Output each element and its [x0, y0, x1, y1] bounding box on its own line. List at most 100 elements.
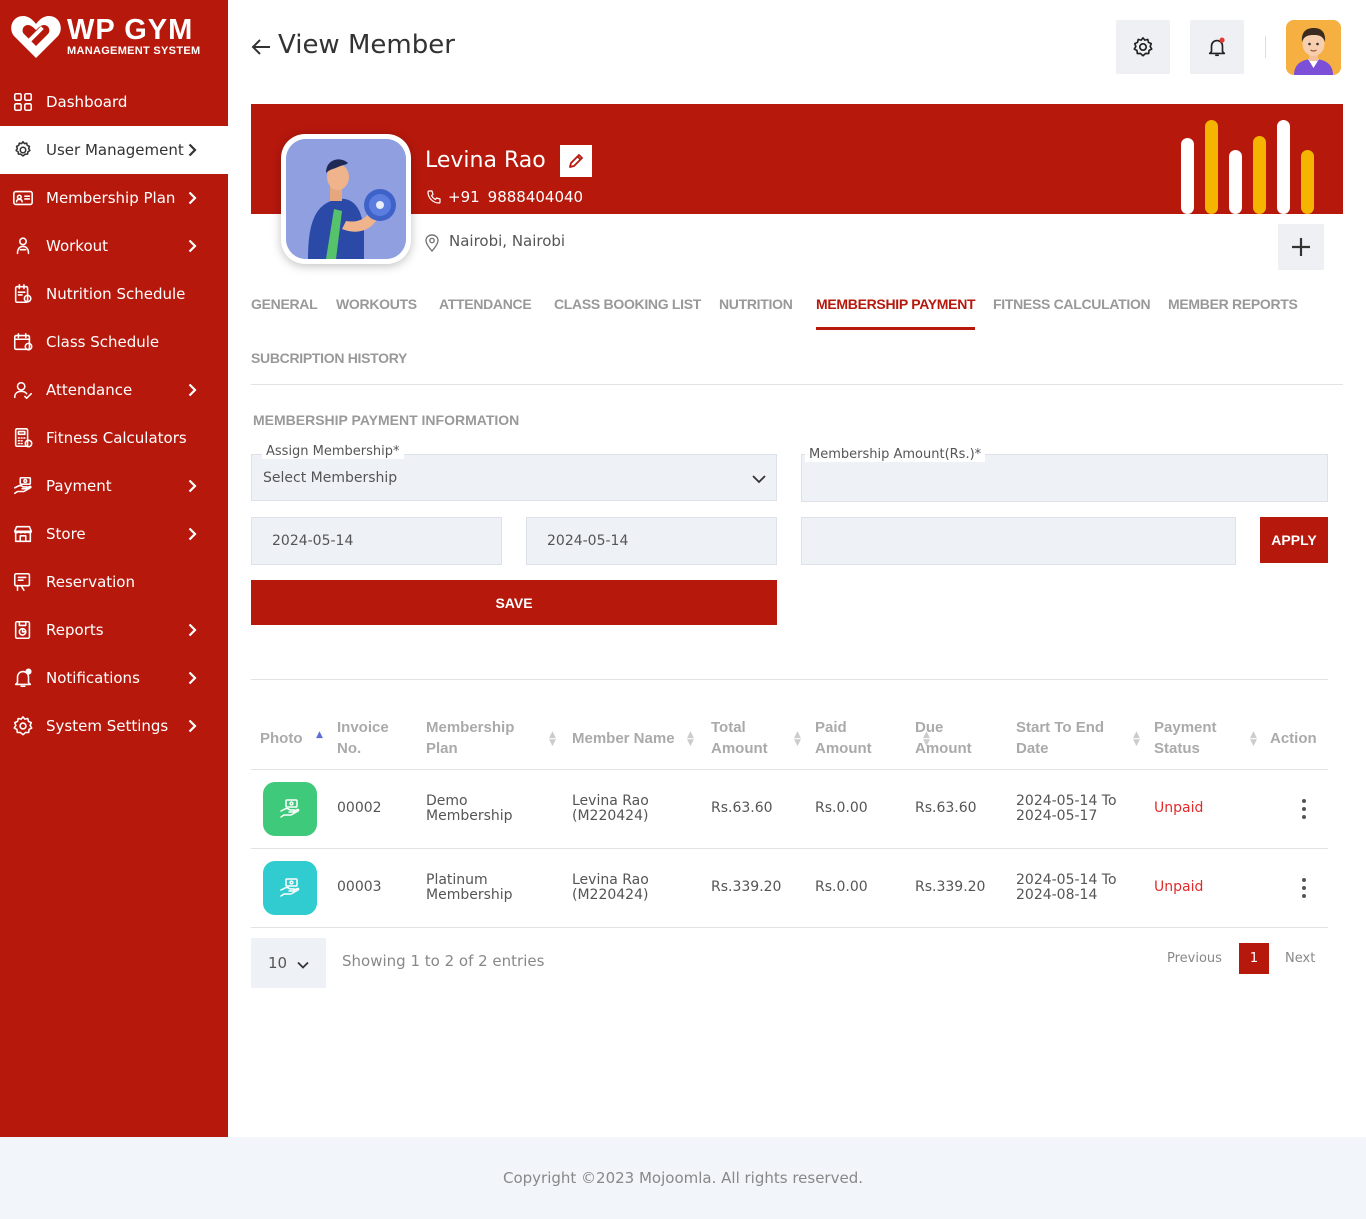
member-name-cell-line1: Levina Rao: [572, 793, 649, 809]
coupon-input[interactable]: [801, 517, 1236, 565]
header-divider-line: [251, 769, 1328, 770]
column-header[interactable]: Paid Amount: [815, 717, 872, 759]
membership-plan: Demo Membership: [426, 794, 513, 824]
column-header[interactable]: Payment Status: [1154, 717, 1217, 759]
member-name-cell-line1: Levina Rao: [572, 872, 649, 888]
payment-hand-icon: [263, 861, 317, 915]
member-photo: [281, 134, 411, 264]
sidebar-item-user-management[interactable]: User Management: [0, 126, 228, 174]
user-avatar[interactable]: [1286, 20, 1341, 75]
sidebar-item-fitness-calculators[interactable]: Fitness Calculators: [0, 414, 228, 462]
edit-member-button[interactable]: [560, 145, 592, 177]
due-amount: Rs.63.60: [915, 800, 977, 816]
paid-amount: Rs.0.00: [815, 879, 868, 895]
column-header-line1: Membership: [426, 719, 515, 736]
arrow-left-icon[interactable]: [250, 36, 272, 58]
bell-icon: [12, 667, 34, 689]
column-header-line2: Amount: [711, 740, 768, 757]
column-header-line1: Photo: [260, 730, 303, 747]
previous-button[interactable]: Previous: [1167, 951, 1222, 966]
sidebar-item-reports[interactable]: Reports: [0, 606, 228, 654]
sort-icon[interactable]: ▲ ▼: [1250, 731, 1257, 748]
column-header-line1: Start To End: [1016, 719, 1105, 736]
row-actions-menu-icon[interactable]: [1302, 799, 1306, 823]
sidebar-item-dashboard[interactable]: Dashboard: [0, 78, 228, 126]
phone-icon: [427, 190, 441, 204]
membership-plan-line1: Demo: [426, 793, 468, 809]
tab-workouts[interactable]: WORKOUTS: [336, 296, 417, 312]
gear-icon: [1133, 37, 1153, 57]
payment-hand-icon: [263, 782, 317, 836]
bell-icon: [1208, 37, 1226, 57]
due-amount: Rs.339.20: [915, 879, 986, 895]
sort-icon[interactable]: ▲ ▼: [549, 731, 556, 748]
page-length-select[interactable]: 10: [251, 938, 326, 988]
member-name-cell-line2: (M220424): [572, 808, 649, 824]
membership-card-icon: [12, 187, 34, 209]
sidebar-item-store[interactable]: Store: [0, 510, 228, 558]
sidebar-item-reservation[interactable]: Reservation: [0, 558, 228, 606]
sidebar-item-label: Notifications: [46, 669, 140, 687]
notifications-button[interactable]: [1190, 20, 1244, 74]
column-header[interactable]: Membership Plan: [426, 717, 514, 759]
sidebar-nav: Dashboard User Management Membership Plan W…: [0, 78, 228, 750]
next-button[interactable]: Next: [1285, 951, 1315, 966]
chevron-right-icon: [188, 143, 197, 157]
tab-class-booking-list[interactable]: CLASS BOOKING LIST: [554, 296, 701, 312]
add-button[interactable]: [1278, 224, 1324, 270]
tab-subcription-history[interactable]: SUBCRIPTION HISTORY: [251, 350, 407, 366]
tab-fitness-calculation[interactable]: FITNESS CALCULATION: [993, 296, 1151, 312]
save-button[interactable]: SAVE: [251, 580, 777, 625]
column-header[interactable]: Start To End Date: [1016, 717, 1104, 759]
tab-attendance[interactable]: ATTENDANCE: [439, 296, 532, 312]
row-actions-menu-icon[interactable]: [1302, 878, 1306, 902]
assign-membership-label: Assign Membership*: [262, 444, 404, 459]
sidebar-item-workout[interactable]: Workout: [0, 222, 228, 270]
column-header-line1: Member Name: [572, 730, 675, 747]
page-length-value: 10: [267, 954, 288, 972]
tab-nutrition[interactable]: NUTRITION: [719, 296, 793, 312]
column-header[interactable]: Member Name: [572, 728, 675, 749]
sidebar-item-payment[interactable]: Payment: [0, 462, 228, 510]
sort-icon[interactable]: ▲ ▼: [923, 731, 930, 748]
column-header[interactable]: Invoice No.: [337, 717, 389, 759]
sidebar-item-label: Fitness Calculators: [46, 429, 187, 447]
chevron-right-icon: [188, 479, 197, 493]
sidebar-item-notifications[interactable]: Notifications: [0, 654, 228, 702]
chevron-down-icon: [752, 475, 766, 484]
sort-icon[interactable]: ▲ ▼: [1133, 731, 1140, 748]
apply-button[interactable]: APPLY: [1260, 517, 1328, 563]
membership-plan-line2: Membership: [426, 887, 513, 903]
sort-icon[interactable]: ▲ ▼: [687, 731, 694, 748]
column-header[interactable]: Action: [1270, 728, 1317, 749]
tab-general[interactable]: GENERAL: [251, 296, 318, 312]
tab-member-reports[interactable]: MEMBER REPORTS: [1168, 296, 1298, 312]
store-icon: [12, 523, 34, 545]
column-header-line1: Paid: [815, 719, 847, 736]
table-info: Showing 1 to 2 of 2 entries: [342, 952, 545, 970]
nutrition-icon: [12, 283, 34, 305]
page-1-button[interactable]: 1: [1239, 943, 1269, 974]
sort-icon[interactable]: ▲ ▼: [794, 731, 801, 748]
settings-button[interactable]: [1116, 20, 1170, 74]
sidebar-item-membership-plan[interactable]: Membership Plan: [0, 174, 228, 222]
row-divider: [251, 848, 1328, 849]
column-header-line1: Payment: [1154, 719, 1217, 736]
sidebar-item-system-settings[interactable]: System Settings: [0, 702, 228, 750]
tab-membership-payment[interactable]: MEMBERSHIP PAYMENT: [816, 296, 976, 330]
start-date-input[interactable]: 2024-05-14: [251, 517, 502, 565]
end-date-input[interactable]: 2024-05-14: [526, 517, 777, 565]
sort-asc-icon[interactable]: ▲: [316, 731, 323, 740]
sidebar-item-nutrition-schedule[interactable]: Nutrition Schedule: [0, 270, 228, 318]
tabs-divider: [251, 384, 1343, 385]
membership-plan-line2: Membership: [426, 808, 513, 824]
end-date-value: 2024-05-14: [547, 533, 629, 549]
assign-membership-select[interactable]: Select Membership: [251, 454, 777, 501]
brand-logo[interactable]: WP GYM MANAGEMENT SYSTEM: [10, 12, 200, 60]
sidebar-item-class-schedule[interactable]: Class Schedule: [0, 318, 228, 366]
column-header[interactable]: Total Amount: [711, 717, 768, 759]
section-title: MEMBERSHIP PAYMENT INFORMATION: [253, 412, 520, 428]
column-header[interactable]: Photo: [260, 728, 303, 749]
athlete-illustration-icon: [286, 139, 406, 259]
sidebar-item-attendance[interactable]: Attendance: [0, 366, 228, 414]
